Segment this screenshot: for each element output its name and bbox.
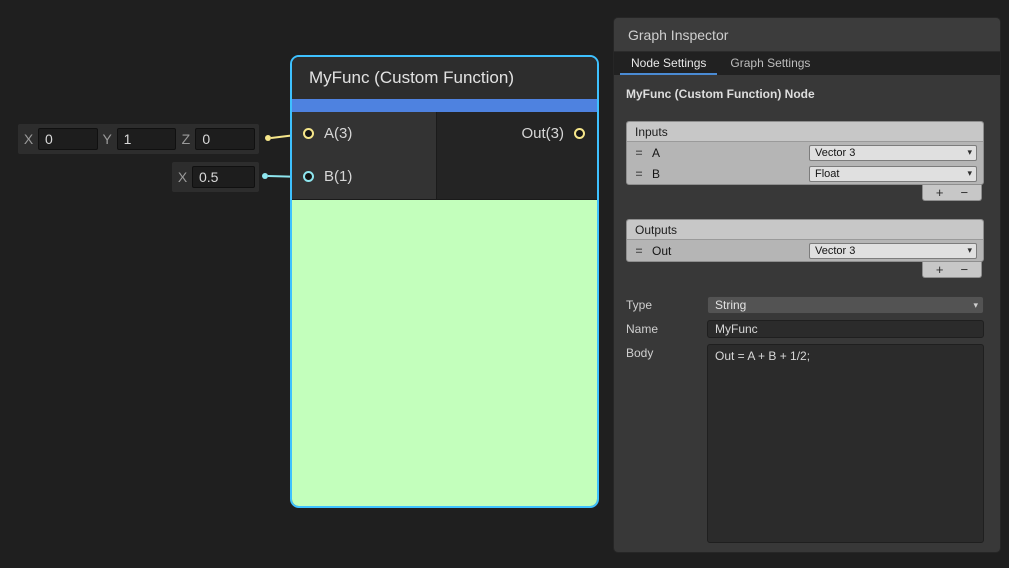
vector3-z-label[interactable]: Z (179, 131, 192, 147)
chevron-down-icon: ▾ (967, 246, 972, 255)
remove-output-button[interactable]: − (961, 263, 969, 276)
port-b-default-float-editor: X 0.5 (172, 162, 259, 192)
body-row: Body Out = A + B + 1/2; (626, 344, 984, 543)
port-a-label: A(3) (324, 125, 352, 142)
input-row-name: A (652, 146, 802, 160)
port-connector-icon[interactable] (303, 171, 314, 182)
body-textarea[interactable]: Out = A + B + 1/2; (707, 344, 984, 543)
graph-canvas[interactable]: X 0 Y 1 Z 0 X 0.5 MyFunc (Custom Functio… (0, 0, 1009, 568)
port-connector-icon[interactable] (303, 128, 314, 139)
input-port-b[interactable]: B(1) (292, 155, 436, 198)
outputs-list-title: Outputs (627, 220, 983, 240)
tab-graph-settings[interactable]: Graph Settings (719, 52, 821, 75)
name-row: Name MyFunc (626, 320, 984, 338)
drag-handle-icon[interactable]: = (633, 146, 645, 160)
dropdown-value: Vector 3 (815, 147, 855, 159)
inputs-list-box: Inputs = A Vector 3 ▾ = B Float (626, 121, 984, 185)
inspector-header: Graph Inspector (614, 18, 1000, 52)
chevron-down-icon: ▾ (967, 169, 972, 178)
dropdown-value: String (715, 298, 746, 312)
input-port-a[interactable]: A(3) (292, 112, 436, 155)
list-item: = B Float ▾ (627, 163, 983, 184)
node-title-bar[interactable]: MyFunc (Custom Function) (292, 57, 597, 99)
dropdown-value: Vector 3 (815, 245, 855, 257)
float-x-label[interactable]: X (176, 169, 189, 185)
drag-handle-icon[interactable]: = (633, 244, 645, 258)
function-properties: Type String ▾ Name MyFunc Body Out = A +… (626, 296, 984, 543)
inspector-tab-bar: Node Settings Graph Settings (614, 52, 1000, 75)
add-input-button[interactable]: + (936, 186, 944, 199)
name-field[interactable]: MyFunc (707, 320, 984, 338)
node-ports-section: A(3) B(1) Out(3) (292, 112, 597, 200)
output-out-type-dropdown[interactable]: Vector 3 ▾ (809, 243, 977, 259)
node-preview (292, 200, 597, 506)
input-row-name: B (652, 167, 802, 181)
vector3-x-label[interactable]: X (22, 131, 35, 147)
type-dropdown[interactable]: String ▾ (707, 296, 984, 314)
name-label: Name (626, 322, 707, 336)
chevron-down-icon: ▾ (973, 301, 978, 310)
tab-node-settings[interactable]: Node Settings (620, 52, 717, 75)
add-output-button[interactable]: + (936, 263, 944, 276)
inputs-list: Inputs = A Vector 3 ▾ = B Float (626, 121, 984, 201)
port-out-label: Out(3) (521, 125, 564, 142)
vector3-z-field[interactable]: 0 (195, 128, 255, 150)
inspector-content: MyFunc (Custom Function) Node Inputs = A… (614, 75, 1000, 543)
edge-dot-vector3 (265, 135, 271, 141)
type-row: Type String ▾ (626, 296, 984, 314)
port-a-default-vector3-editor: X 0 Y 1 Z 0 (18, 124, 259, 154)
vector3-y-label[interactable]: Y (101, 131, 114, 147)
input-b-type-dropdown[interactable]: Float ▾ (809, 166, 977, 182)
chevron-down-icon: ▾ (967, 148, 972, 157)
float-x-field[interactable]: 0.5 (192, 166, 255, 188)
outputs-list-footer: + − (922, 262, 982, 278)
list-item: = Out Vector 3 ▾ (627, 240, 983, 261)
edge-dot-float (262, 173, 268, 179)
port-b-label: B(1) (324, 168, 352, 185)
input-ports-panel: A(3) B(1) (292, 112, 437, 199)
node-title: MyFunc (Custom Function) (309, 68, 514, 88)
inspector-title: Graph Inspector (628, 27, 728, 43)
remove-input-button[interactable]: − (961, 186, 969, 199)
inputs-list-title: Inputs (627, 122, 983, 142)
input-a-type-dropdown[interactable]: Vector 3 ▾ (809, 145, 977, 161)
list-item: = A Vector 3 ▾ (627, 142, 983, 163)
body-label: Body (626, 346, 707, 360)
output-row-name: Out (652, 244, 802, 258)
graph-inspector-panel: Graph Inspector Node Settings Graph Sett… (613, 17, 1001, 553)
port-connector-icon[interactable] (574, 128, 585, 139)
node-accent-bar (292, 99, 597, 112)
outputs-list: Outputs = Out Vector 3 ▾ + − (626, 219, 984, 278)
outputs-list-box: Outputs = Out Vector 3 ▾ (626, 219, 984, 262)
node-settings-heading: MyFunc (Custom Function) Node (626, 87, 984, 101)
output-port-out[interactable]: Out(3) (437, 112, 597, 155)
inputs-list-footer: + − (922, 185, 982, 201)
dropdown-value: Float (815, 168, 839, 180)
output-ports-panel: Out(3) (437, 112, 597, 199)
drag-handle-icon[interactable]: = (633, 167, 645, 181)
vector3-x-field[interactable]: 0 (38, 128, 98, 150)
custom-function-node[interactable]: MyFunc (Custom Function) A(3) B(1) Out(3… (290, 55, 599, 508)
type-label: Type (626, 298, 707, 312)
vector3-y-field[interactable]: 1 (117, 128, 177, 150)
